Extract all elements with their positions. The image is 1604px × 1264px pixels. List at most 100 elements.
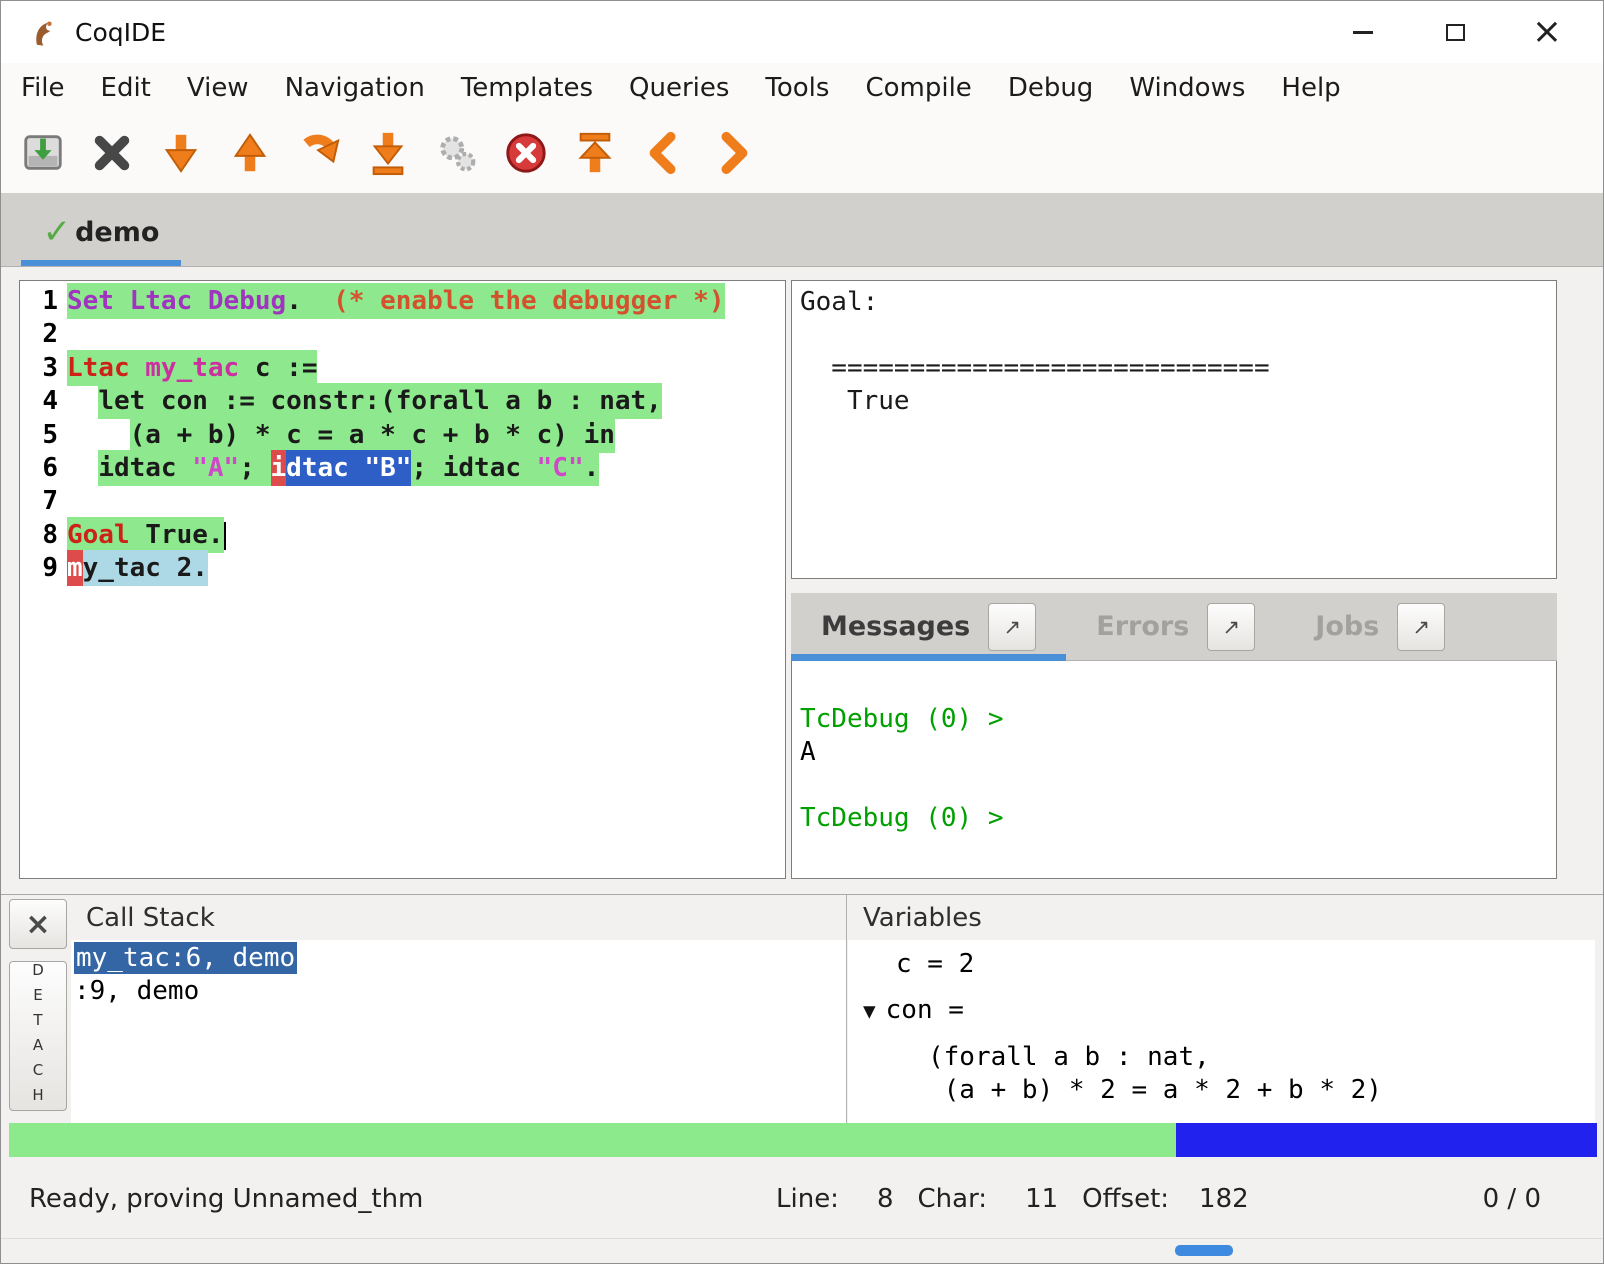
next-occurrence-button[interactable] — [709, 129, 757, 177]
tab-jobs[interactable]: Jobs↗ — [1285, 593, 1475, 660]
debugger-close-button[interactable]: × — [9, 899, 67, 949]
tab-demo[interactable]: ✓ demo — [21, 204, 181, 266]
restart-button[interactable] — [571, 129, 619, 177]
menu-item-templates[interactable]: Templates — [443, 67, 611, 109]
code-text: idtac "A"; idtac "B"; idtac "C". — [67, 452, 599, 485]
menu-item-help[interactable]: Help — [1263, 67, 1358, 109]
make-button[interactable] — [433, 129, 481, 177]
code-token: my_tac — [145, 350, 239, 386]
backward-one-command-icon — [227, 130, 273, 176]
code-token — [114, 283, 130, 319]
code-token — [130, 350, 146, 386]
code-token — [192, 283, 208, 319]
detach-messages-button[interactable]: ↗ — [988, 603, 1036, 651]
menu-item-debug[interactable]: Debug — [990, 67, 1112, 109]
detach-button[interactable]: DETACH — [9, 961, 67, 1111]
call-stack-item[interactable]: my_tac:6, demo — [74, 942, 846, 975]
goal-line — [800, 319, 1548, 352]
text-cursor — [224, 522, 226, 550]
close-button[interactable]: × — [1525, 10, 1569, 54]
tab-messages[interactable]: Messages ↗ — [791, 593, 1066, 660]
forward-one-command-button[interactable] — [157, 129, 205, 177]
code-line-8[interactable]: 8Goal True. — [20, 519, 785, 552]
code-line-3[interactable]: 3Ltac my_tac c := — [20, 352, 785, 385]
code-line-6[interactable]: 6 idtac "A"; idtac "B"; idtac "C". — [20, 452, 785, 485]
code-token: . — [286, 283, 333, 319]
variable-text: (forall a b : nat, — [928, 1042, 1210, 1072]
variable-row[interactable]: c = 2 — [848, 948, 1595, 981]
code-line-2[interactable]: 2 — [20, 318, 785, 351]
coqide-window: CoqIDE × FileEditViewNavigationTemplates… — [0, 0, 1604, 1264]
make-gears-icon — [434, 130, 480, 176]
message-line: A — [800, 736, 1548, 769]
line-number: 2 — [20, 318, 67, 351]
progress-bar — [9, 1123, 1597, 1157]
code-token: True. — [130, 517, 224, 553]
call-stack-title: Call Stack — [71, 895, 846, 940]
title-bar: CoqIDE × — [1, 1, 1603, 63]
close-buffer-button[interactable] — [88, 129, 136, 177]
menu-item-queries[interactable]: Queries — [611, 67, 747, 109]
go-to-end-icon — [365, 130, 411, 176]
menu-item-compile[interactable]: Compile — [847, 67, 989, 109]
tab-errors[interactable]: Errors↗ — [1066, 593, 1285, 660]
code-token: Ltac — [130, 283, 193, 319]
code-token: y_tac 2. — [83, 550, 208, 586]
code-token: (* enable the debugger *) — [333, 283, 724, 319]
variable-row[interactable]: (a + b) * 2 = a * 2 + b * 2) — [848, 1074, 1595, 1107]
progress-done — [9, 1123, 1176, 1157]
previous-occurrence-button[interactable] — [640, 129, 688, 177]
menu-item-windows[interactable]: Windows — [1111, 67, 1263, 109]
tab-label-messages: Messages — [821, 608, 970, 645]
code-line-4[interactable]: 4 let con := constr:(forall a b : nat, — [20, 385, 785, 418]
code-token: Ltac — [67, 350, 130, 386]
debugger-controls: × DETACH — [9, 899, 69, 1117]
line-number: 9 — [20, 552, 67, 585]
expander-arrow-icon[interactable]: ▼ — [863, 999, 876, 1023]
message-line — [800, 769, 1548, 802]
call-stack-item[interactable]: :9, demo — [74, 975, 846, 1008]
window-controls: × — [1341, 1, 1569, 63]
status-bar: Ready, proving Unnamed_thm Line: 8 Char:… — [1, 1157, 1603, 1241]
messages-panel: TcDebug (0) > A TcDebug (0) > — [791, 661, 1557, 879]
line-number: 8 — [20, 519, 67, 552]
code-token: Set — [67, 283, 114, 319]
detach-jobs-button[interactable]: ↗ — [1397, 603, 1445, 651]
tab-check-icon: ✓ — [43, 209, 72, 255]
code-line-1[interactable]: 1Set Ltac Debug. (* enable the debugger … — [20, 285, 785, 318]
menu-item-tools[interactable]: Tools — [747, 67, 847, 109]
variable-text: c = 2 — [896, 949, 974, 979]
code-token: "A" — [192, 450, 239, 486]
variable-row[interactable]: ▼con = — [848, 994, 1595, 1028]
minimize-button[interactable] — [1341, 10, 1385, 54]
goal-view: Goal: ============================ True — [800, 286, 1548, 418]
menu-item-navigation[interactable]: Navigation — [267, 67, 443, 109]
code-token: c := — [239, 350, 317, 386]
code-line-5[interactable]: 5 (a + b) * c = a * c + b * c) in — [20, 419, 785, 452]
horizontal-scrollbar-thumb[interactable] — [1175, 1245, 1233, 1256]
save-button[interactable] — [19, 129, 67, 177]
message-line: TcDebug (0) > — [800, 802, 1548, 835]
backward-one-command-button[interactable] — [226, 129, 274, 177]
interrupt-button[interactable] — [502, 129, 550, 177]
message-line: TcDebug (0) > — [800, 703, 1548, 736]
code-token — [67, 420, 130, 450]
go-to-cursor-button[interactable] — [295, 129, 343, 177]
window-title: CoqIDE — [75, 18, 166, 47]
menu-item-edit[interactable]: Edit — [83, 67, 169, 109]
maximize-button[interactable] — [1433, 10, 1477, 54]
code-token: i — [271, 450, 287, 486]
code-text — [67, 485, 83, 518]
go-to-end-button[interactable] — [364, 129, 412, 177]
char-label: Char: — [918, 1184, 988, 1214]
code-line-9[interactable]: 9my_tac 2. — [20, 552, 785, 585]
menu-item-view[interactable]: View — [169, 67, 267, 109]
previous-occurrence-icon — [641, 130, 687, 176]
offset-label: Offset: — [1082, 1184, 1169, 1214]
menu-item-file[interactable]: File — [3, 67, 83, 109]
script-editor[interactable]: 1Set Ltac Debug. (* enable the debugger … — [19, 280, 786, 879]
variable-row[interactable]: (forall a b : nat, — [848, 1041, 1595, 1074]
code-line-7[interactable]: 7 — [20, 485, 785, 518]
detach-errors-button[interactable]: ↗ — [1207, 603, 1255, 651]
go-to-cursor-icon — [296, 130, 342, 176]
